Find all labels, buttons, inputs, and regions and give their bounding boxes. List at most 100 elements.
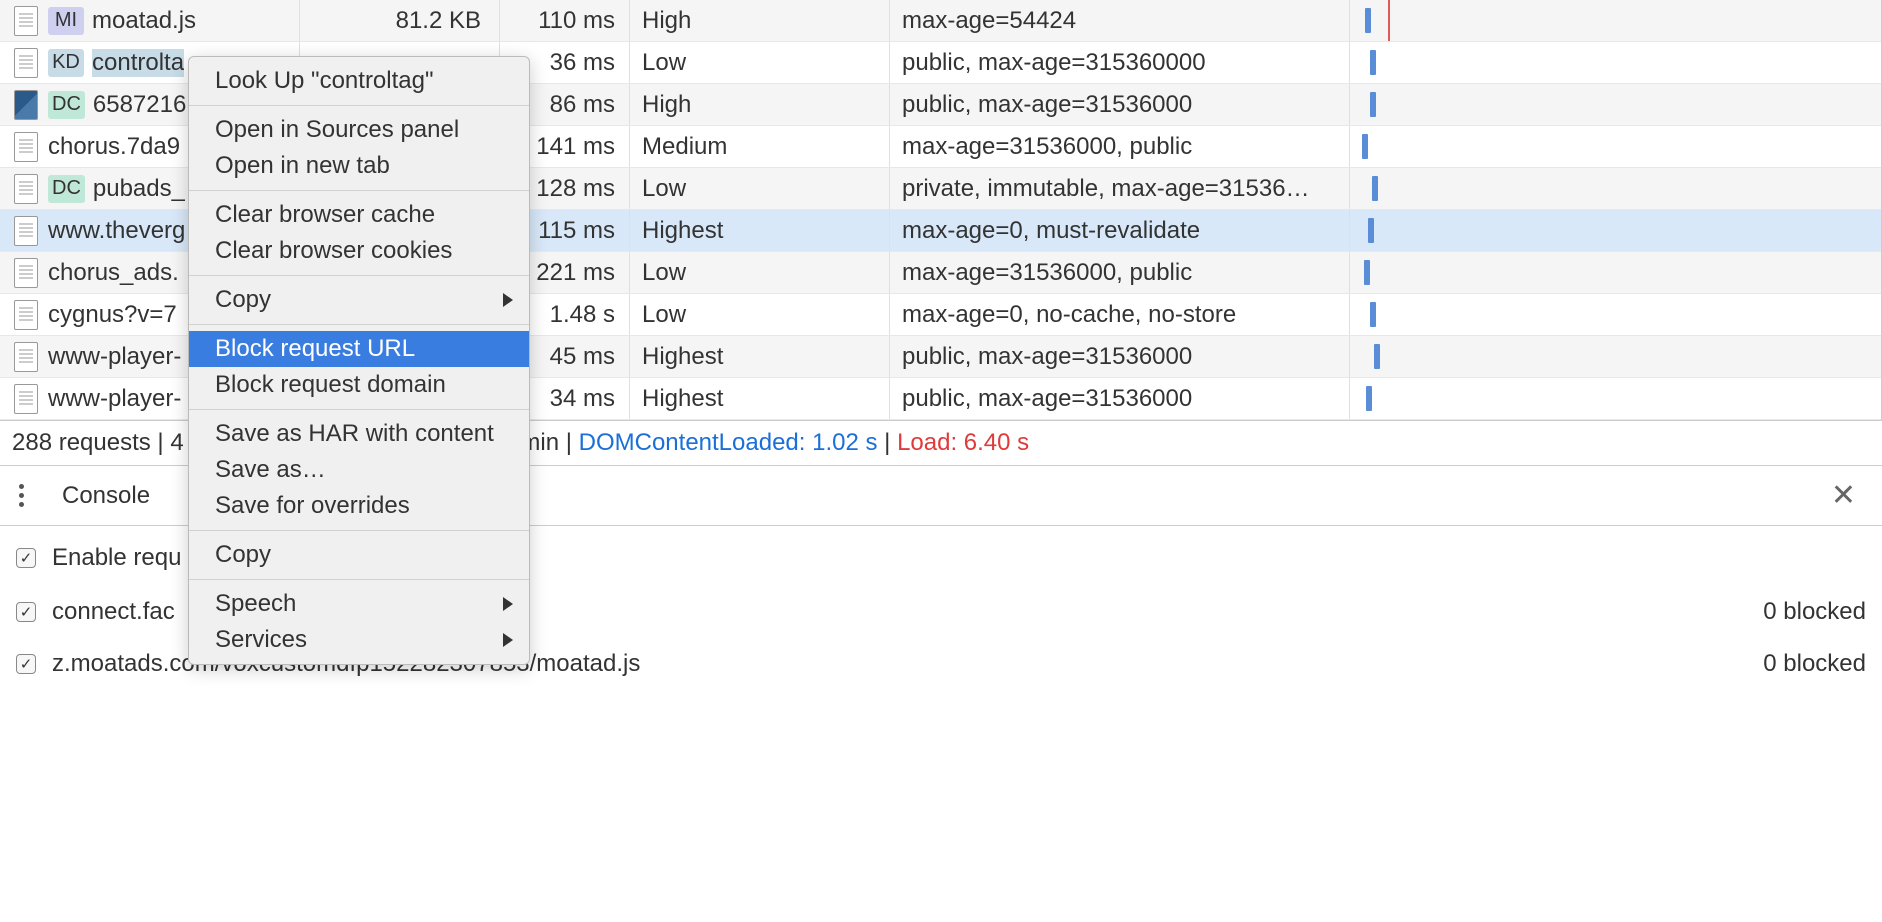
menu-open-sources[interactable]: Open in Sources panel xyxy=(189,112,529,148)
request-name: cygnus?v=7 xyxy=(48,301,177,329)
menu-services[interactable]: Services xyxy=(189,622,529,658)
menu-divider xyxy=(189,324,529,325)
priority-cell: High xyxy=(630,0,890,41)
initiator-badge: MI xyxy=(48,7,84,35)
network-row[interactable]: MI moatad.js 81.2 KB110 msHighmax-age=5442… xyxy=(0,0,1881,42)
request-name: moatad.js xyxy=(92,7,196,35)
priority-cell: Low xyxy=(630,42,890,83)
cache-cell: max-age=31536000, public xyxy=(890,126,1350,167)
menu-divider xyxy=(189,105,529,106)
menu-copy[interactable]: Copy xyxy=(189,282,529,318)
cache-cell: private, immutable, max-age=31536… xyxy=(890,168,1350,209)
enable-blocking-label: Enable requ xyxy=(52,544,181,572)
menu-clear-cookies[interactable]: Clear browser cookies xyxy=(189,233,529,269)
request-name: chorus.7da9 xyxy=(48,133,180,161)
request-name: www-player- xyxy=(48,385,181,413)
waterfall-bar xyxy=(1368,218,1374,243)
menu-save-as[interactable]: Save as… xyxy=(189,452,529,488)
script-file-icon xyxy=(14,48,38,78)
blocked-count: 0 blocked xyxy=(1763,598,1866,626)
cache-cell: public, max-age=31536000 xyxy=(890,378,1350,419)
menu-divider xyxy=(189,275,529,276)
waterfall-cell xyxy=(1350,168,1881,209)
blocked-pattern[interactable]: connect.fac xyxy=(52,598,175,626)
waterfall-cell xyxy=(1350,252,1881,293)
script-file-icon xyxy=(14,300,38,330)
checkbox-icon[interactable]: ✓ xyxy=(16,654,36,674)
request-name: www.theverg xyxy=(48,217,185,245)
waterfall-bar xyxy=(1366,386,1372,411)
close-icon[interactable]: ✕ xyxy=(1817,474,1870,517)
waterfall-cell xyxy=(1350,378,1881,419)
request-name: controlta xyxy=(92,49,184,77)
request-name: pubads_ xyxy=(93,175,185,203)
tab-console[interactable]: Console xyxy=(50,478,162,514)
menu-block-url[interactable]: Block request URL xyxy=(189,331,529,367)
chevron-right-icon xyxy=(503,293,513,307)
menu-lookup[interactable]: Look Up "controltag" xyxy=(189,63,529,99)
request-name: chorus_ads. xyxy=(48,259,179,287)
menu-copy-2[interactable]: Copy xyxy=(189,537,529,573)
waterfall-bar xyxy=(1370,302,1376,327)
waterfall-bar xyxy=(1372,176,1378,201)
waterfall-bar xyxy=(1364,260,1370,285)
size-cell: 81.2 KB xyxy=(300,0,500,41)
summary-load: Load: 6.40 s xyxy=(897,429,1029,456)
script-file-icon xyxy=(14,174,38,204)
menu-save-overrides[interactable]: Save for overrides xyxy=(189,488,529,524)
blocked-count: 0 blocked xyxy=(1763,650,1866,678)
waterfall-cell xyxy=(1350,84,1881,125)
menu-divider xyxy=(189,530,529,531)
priority-cell: Medium xyxy=(630,126,890,167)
menu-divider xyxy=(189,409,529,410)
waterfall-bar xyxy=(1365,8,1371,33)
waterfall-bar xyxy=(1362,134,1368,159)
chevron-right-icon xyxy=(503,597,513,611)
cache-cell: public, max-age=315360000 xyxy=(890,42,1350,83)
menu-divider xyxy=(189,579,529,580)
cache-cell: max-age=31536000, public xyxy=(890,252,1350,293)
waterfall-cell xyxy=(1350,336,1881,377)
menu-block-domain[interactable]: Block request domain xyxy=(189,367,529,403)
waterfall-cell xyxy=(1350,126,1881,167)
waterfall-cell xyxy=(1350,210,1881,251)
initiator-badge: DC xyxy=(48,91,85,119)
initiator-badge: KD xyxy=(48,49,84,77)
cache-cell: max-age=0, must-revalidate xyxy=(890,210,1350,251)
cache-cell: public, max-age=31536000 xyxy=(890,336,1350,377)
priority-cell: High xyxy=(630,84,890,125)
script-file-icon xyxy=(14,384,38,414)
cache-cell: max-age=54424 xyxy=(890,0,1350,41)
summary-dcl: DOMContentLoaded: 1.02 s xyxy=(579,429,878,456)
menu-clear-cache[interactable]: Clear browser cache xyxy=(189,197,529,233)
script-file-icon xyxy=(14,258,38,288)
waterfall-cell xyxy=(1350,294,1881,335)
waterfall-cell xyxy=(1350,42,1881,83)
kebab-icon[interactable] xyxy=(12,478,30,513)
load-event-marker xyxy=(1388,0,1390,41)
script-file-icon xyxy=(14,216,38,246)
waterfall-bar xyxy=(1370,50,1376,75)
menu-open-tab[interactable]: Open in new tab xyxy=(189,148,529,184)
cache-cell: max-age=0, no-cache, no-store xyxy=(890,294,1350,335)
request-name: www-player- xyxy=(48,343,181,371)
checkbox-icon[interactable]: ✓ xyxy=(16,548,36,568)
menu-save-har[interactable]: Save as HAR with content xyxy=(189,416,529,452)
script-file-icon xyxy=(14,6,38,36)
priority-cell: Low xyxy=(630,168,890,209)
context-menu: Look Up "controltag" Open in Sources pan… xyxy=(188,56,530,665)
time-cell: 110 ms xyxy=(500,0,630,41)
summary-requests: 288 requests xyxy=(12,429,151,456)
cache-cell: public, max-age=31536000 xyxy=(890,84,1350,125)
priority-cell: Highest xyxy=(630,210,890,251)
script-file-icon xyxy=(14,132,38,162)
chevron-right-icon xyxy=(503,633,513,647)
request-name: 6587216 xyxy=(93,91,186,119)
name-cell[interactable]: MI moatad.js xyxy=(0,0,300,41)
script-file-icon xyxy=(14,342,38,372)
waterfall-bar xyxy=(1370,92,1376,117)
waterfall-cell xyxy=(1350,0,1881,41)
menu-speech[interactable]: Speech xyxy=(189,586,529,622)
checkbox-icon[interactable]: ✓ xyxy=(16,602,36,622)
menu-divider xyxy=(189,190,529,191)
